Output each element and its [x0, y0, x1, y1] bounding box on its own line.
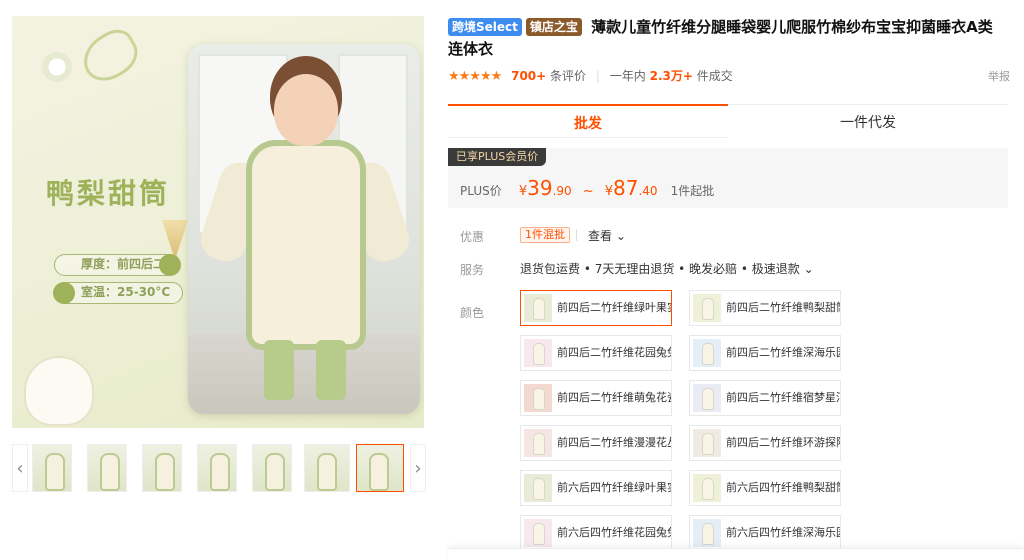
- temperature-text: 室温：25-30°C: [81, 285, 171, 299]
- color-option-label: 前四后二竹纤维宿梦星河: [726, 391, 840, 404]
- view-offers-dropdown[interactable]: 查看 ⌄: [588, 227, 626, 244]
- color-option-label: 前六后四竹纤维花园兔兔: [557, 526, 671, 539]
- product-title-block: 跨境Select 镇店之宝 薄款儿童竹纤维分腿睡袋婴儿爬服竹棉纱布宝宝抑菌睡衣A类…: [448, 16, 1000, 60]
- color-option-label: 前四后二竹纤维环游探险: [726, 436, 840, 449]
- price-row: PLUS价 ¥39.90 ~ ¥87.40 1件起批: [460, 176, 714, 200]
- min-order-quantity: 1件起批: [670, 184, 715, 198]
- color-option-label: 前六后四竹纤维深海乐园: [726, 526, 840, 539]
- star-rating-icon: ★★★★★: [448, 69, 502, 84]
- sales-count: 2.3万+: [649, 69, 693, 83]
- color-option[interactable]: 前六后四竹纤维花园兔兔: [520, 515, 672, 551]
- color-option[interactable]: 前四后二竹纤维花园兔兔: [520, 335, 672, 371]
- flower-decoration: [42, 52, 72, 82]
- color-option-label: 前四后二竹纤维花园兔兔: [557, 346, 671, 359]
- color-option-label: 前六后四竹纤维绿叶果实: [557, 481, 671, 494]
- child-leg: [264, 340, 294, 400]
- color-option-label: 前四后二竹纤维深海乐园: [726, 346, 840, 359]
- price-high-integer: 87: [613, 176, 639, 200]
- thickness-text: 厚度：前四后二: [81, 257, 166, 271]
- tab-dropship[interactable]: 一件代发: [728, 104, 1008, 138]
- report-link[interactable]: 举报: [988, 68, 1010, 84]
- pill-dot-icon: [53, 282, 75, 304]
- plus-member-badge: 已享PLUS会员价: [448, 148, 547, 166]
- color-option[interactable]: 前四后二竹纤维宿梦星河: [689, 380, 841, 416]
- price-low-integer: 39: [527, 176, 553, 200]
- price-box: 已享PLUS会员价 PLUS价 ¥39.90 ~ ¥87.40 1件起批: [448, 148, 1008, 208]
- color-swatch-image: [524, 339, 552, 367]
- bottom-action-bar: [448, 548, 1024, 560]
- color-swatch-image: [524, 429, 552, 457]
- divider: |: [595, 69, 600, 83]
- child-head: [274, 74, 338, 146]
- thumbnail[interactable]: [304, 444, 350, 492]
- price-low-decimal: .90: [552, 184, 572, 198]
- service-label: 服务: [460, 263, 485, 277]
- color-option[interactable]: 前六后四竹纤维深海乐园: [689, 515, 841, 551]
- color-swatch-image: [693, 429, 721, 457]
- color-option-label: 前四后二竹纤维萌兔花瓷: [557, 391, 671, 404]
- image-title: 鸭梨甜筒: [46, 177, 171, 210]
- divider: [576, 229, 577, 241]
- thumbnail[interactable]: [87, 444, 127, 492]
- treasure-tag: 镇店之宝: [525, 18, 582, 36]
- reviews-label[interactable]: 条评价: [550, 69, 586, 83]
- reviews-count[interactable]: 700+: [511, 69, 546, 83]
- sales-label: 件成交: [696, 69, 733, 83]
- currency-symbol: ¥: [518, 184, 528, 199]
- thumbnail-next-arrow[interactable]: ›: [410, 444, 426, 492]
- thumbnail[interactable]: [252, 444, 292, 492]
- color-swatch-image: [524, 384, 552, 412]
- color-swatch-image: [693, 294, 721, 322]
- color-swatch-image: [524, 519, 552, 547]
- thumbnail-prev-arrow[interactable]: ‹: [12, 444, 28, 492]
- color-option[interactable]: 前四后二竹纤维漫漫花丛: [520, 425, 672, 461]
- tab-wholesale[interactable]: 批发: [448, 104, 728, 138]
- duck-decoration: [24, 356, 94, 426]
- color-swatch-image: [693, 519, 721, 547]
- main-product-image[interactable]: 鸭梨甜筒 厚度：前四后二 室温：25-30°C: [12, 16, 424, 428]
- color-swatch-image: [693, 474, 721, 502]
- color-swatch-image: [524, 474, 552, 502]
- service-guarantees-dropdown[interactable]: 退货包运费 • 7天无理由退货 • 晚发必赔 • 极速退款 ⌄: [520, 260, 814, 277]
- child-photo: [188, 44, 420, 414]
- color-option-label: 前六后四竹纤维鸭梨甜筒: [726, 481, 840, 494]
- thumbnail[interactable]: [197, 444, 237, 492]
- child-leg: [316, 340, 346, 400]
- thumbnail[interactable]: [142, 444, 182, 492]
- color-option[interactable]: 前六后四竹纤维绿叶果实: [520, 470, 672, 506]
- temperature-pill: 室温：25-30°C: [53, 282, 184, 304]
- plus-price-label: PLUS价: [460, 184, 502, 198]
- color-swatch-image: [693, 384, 721, 412]
- color-option[interactable]: 前四后二竹纤维萌兔花瓷: [520, 380, 672, 416]
- price-range-tilde: ~: [582, 184, 594, 199]
- select-tag: 跨境Select: [448, 18, 522, 36]
- color-option[interactable]: 前四后二竹纤维绿叶果实: [520, 290, 672, 326]
- color-option[interactable]: 前四后二竹纤维深海乐园: [689, 335, 841, 371]
- thumbnail-active[interactable]: [356, 444, 404, 492]
- sales-prefix: 一年内: [609, 69, 646, 83]
- currency-symbol: ¥: [604, 184, 614, 199]
- price-high-decimal: .40: [638, 184, 658, 198]
- color-option-label: 前四后二竹纤维鸭梨甜筒: [726, 301, 840, 314]
- color-option[interactable]: 前四后二竹纤维环游探险: [689, 425, 841, 461]
- mixed-wholesale-badge: 1件混批: [520, 227, 570, 243]
- color-option[interactable]: 前六后四竹纤维鸭梨甜筒: [689, 470, 841, 506]
- color-option-label: 前四后二竹纤维漫漫花丛: [557, 436, 671, 449]
- pill-dot-icon: [159, 254, 182, 276]
- color-swatch-image: [524, 294, 552, 322]
- color-option[interactable]: 前四后二竹纤维鸭梨甜筒: [689, 290, 841, 326]
- thickness-pill: 厚度：前四后二: [54, 254, 182, 276]
- thumbnail[interactable]: [32, 444, 72, 492]
- color-label: 颜色: [460, 306, 485, 320]
- sleep-sack-garment: [246, 140, 366, 350]
- rating-row: ★★★★★ 700+ 条评价 | 一年内 2.3万+ 件成交: [448, 68, 733, 84]
- ribbon-decoration: [74, 22, 146, 90]
- color-swatch-image: [693, 339, 721, 367]
- purchase-mode-tabs: 批发 一件代发: [448, 104, 1008, 138]
- color-option-label: 前四后二竹纤维绿叶果实: [557, 301, 671, 314]
- offers-label: 优惠: [460, 230, 485, 244]
